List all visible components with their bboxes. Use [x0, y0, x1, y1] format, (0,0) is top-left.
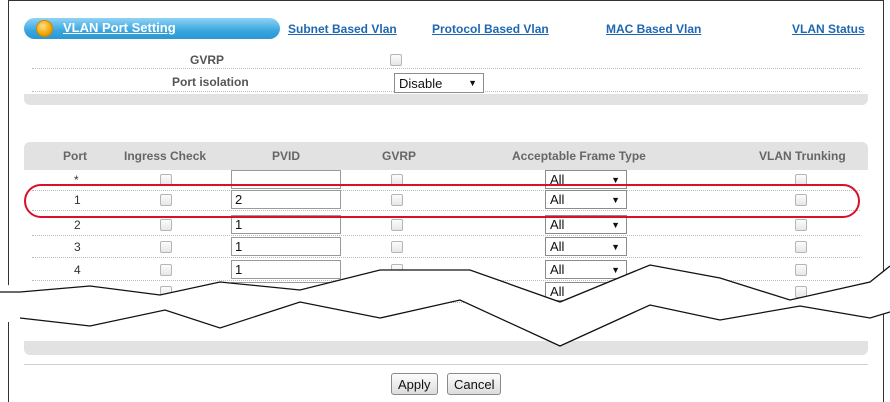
apply-button[interactable]: Apply: [391, 373, 438, 395]
cancel-button[interactable]: Cancel: [447, 373, 502, 395]
footer-divider: [24, 364, 868, 365]
break-lines: [0, 264, 890, 347]
